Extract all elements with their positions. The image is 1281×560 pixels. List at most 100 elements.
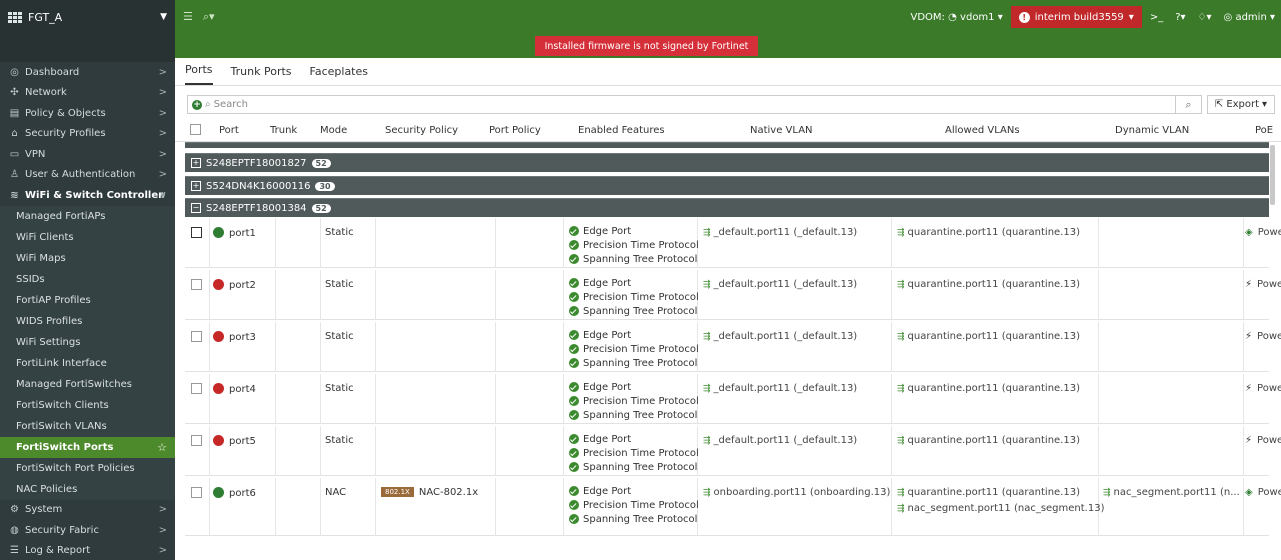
nav-item[interactable]: ⚙ System > bbox=[0, 500, 175, 521]
sidebar-subitem[interactable]: FortiSwitch VLANs bbox=[0, 415, 175, 437]
expand-icon[interactable]: + bbox=[191, 181, 201, 191]
nav-item[interactable]: ♙ User & Authentication > bbox=[0, 165, 175, 186]
nav-item[interactable]: ⌂ Security Profiles > bbox=[0, 124, 175, 145]
allowed-vlan[interactable]: ⇶ quarantine.port11 (quarantine.13) bbox=[897, 227, 1080, 238]
device-selector[interactable]: FGT_A ▼ bbox=[0, 0, 175, 34]
row-checkbox[interactable] bbox=[191, 331, 202, 342]
table-row[interactable]: port4 Static Edge Port Precision Time Proto… bbox=[185, 374, 1281, 424]
cell-divider bbox=[1243, 426, 1244, 476]
sidebar-subitem-label: FortiSwitch Clients bbox=[16, 399, 109, 411]
port-cell[interactable]: port5 bbox=[213, 435, 256, 447]
col-enabled-features[interactable]: Enabled Features bbox=[578, 125, 665, 136]
port-cell[interactable]: port4 bbox=[213, 383, 256, 395]
row-checkbox[interactable] bbox=[191, 487, 202, 498]
help-icon[interactable]: ?▾ bbox=[1175, 12, 1185, 23]
row-checkbox[interactable] bbox=[191, 279, 202, 290]
allowed-vlan[interactable]: ⇶ quarantine.port11 (quarantine.13) bbox=[897, 383, 1080, 394]
group-row[interactable]: + S524DN4K16000116 30 bbox=[185, 176, 1269, 195]
col-allowed-vlans[interactable]: Allowed VLANs bbox=[945, 125, 1020, 136]
sidebar-subitem[interactable]: Managed FortiAPs bbox=[0, 205, 175, 227]
table-row[interactable]: port3 Static Edge Port Precision Time Proto… bbox=[185, 322, 1281, 372]
dynamic-vlan-value: nac_segment.port11 (n... bbox=[1113, 487, 1240, 498]
tab-ports[interactable]: Ports bbox=[185, 63, 213, 85]
native-vlan[interactable]: ⇶ onboarding.port11 (onboarding.13) bbox=[703, 487, 890, 498]
tab-faceplates[interactable]: Faceplates bbox=[310, 65, 368, 85]
expand-icon[interactable]: + bbox=[191, 158, 201, 168]
native-vlan[interactable]: ⇶ _default.port11 (_default.13) bbox=[703, 435, 857, 446]
sidebar-subitem[interactable]: FortiSwitch Port Policies bbox=[0, 457, 175, 479]
sidebar-subitem[interactable]: FortiSwitch Ports ☆ bbox=[0, 436, 175, 458]
col-security-policy[interactable]: Security Policy bbox=[385, 125, 458, 136]
sidebar-subitem[interactable]: Managed FortiSwitches bbox=[0, 373, 175, 395]
col-port[interactable]: Port bbox=[219, 125, 239, 136]
allowed-vlan[interactable]: ⇶ quarantine.port11 (quarantine.13) bbox=[897, 435, 1080, 446]
vdom-selector[interactable]: VDOM: ◔ vdom1 ▾ bbox=[911, 12, 1003, 23]
nav-item[interactable]: ✣ Network > bbox=[0, 83, 175, 104]
sidebar-subitem[interactable]: WIDS Profiles bbox=[0, 310, 175, 332]
sidebar-subitem[interactable]: FortiLink Interface bbox=[0, 352, 175, 374]
port-cell[interactable]: port1 bbox=[213, 227, 256, 239]
search-icon[interactable]: ⌕▾ bbox=[203, 10, 215, 24]
dynamic-vlan[interactable]: ⇶ nac_segment.port11 (n... bbox=[1103, 487, 1240, 498]
table-row[interactable]: port2 Static Edge Port Precision Time Proto… bbox=[185, 270, 1281, 320]
add-filter-icon[interactable]: + bbox=[192, 99, 202, 110]
collapse-icon[interactable]: − bbox=[191, 203, 201, 213]
bell-icon[interactable]: ♢▾ bbox=[1198, 12, 1212, 23]
col-poe[interactable]: PoE bbox=[1255, 125, 1273, 136]
nav-item[interactable]: ▭ VPN > bbox=[0, 144, 175, 165]
port-cell[interactable]: port3 bbox=[213, 331, 256, 343]
col-trunk[interactable]: Trunk bbox=[270, 125, 297, 136]
cell-divider bbox=[1243, 374, 1244, 424]
row-checkbox[interactable] bbox=[191, 435, 202, 446]
nav-item[interactable]: ≋ WiFi & Switch Controller ∨ bbox=[0, 185, 175, 206]
table-row[interactable]: port1 Static Edge Port Precision Time Proto… bbox=[185, 218, 1281, 268]
user-menu[interactable]: ◎ admin ▾ bbox=[1224, 12, 1275, 23]
search-input[interactable]: + ⌕ Search bbox=[187, 95, 1187, 114]
row-checkbox[interactable] bbox=[191, 227, 202, 238]
hamburger-icon[interactable]: ☰ bbox=[183, 10, 193, 24]
nav-item[interactable]: ☰ Log & Report > bbox=[0, 541, 175, 560]
native-vlan[interactable]: ⇶ _default.port11 (_default.13) bbox=[703, 383, 857, 394]
scrollbar[interactable] bbox=[1270, 145, 1275, 205]
nav-item[interactable]: ◍ Security Fabric > bbox=[0, 520, 175, 541]
row-checkbox[interactable] bbox=[191, 383, 202, 394]
native-vlan[interactable]: ⇶ _default.port11 (_default.13) bbox=[703, 227, 857, 238]
search-button[interactable]: ⌕ bbox=[1175, 95, 1202, 114]
tab-trunk-ports[interactable]: Trunk Ports bbox=[231, 65, 292, 85]
col-native-vlan[interactable]: Native VLAN bbox=[750, 125, 813, 136]
sidebar-subitem[interactable]: WiFi Settings bbox=[0, 331, 175, 353]
group-row[interactable]: + S248EPTF18001827 52 bbox=[185, 153, 1269, 172]
native-vlan[interactable]: ⇶ _default.port11 (_default.13) bbox=[703, 331, 857, 342]
select-all-checkbox[interactable] bbox=[190, 124, 201, 135]
favorite-star-icon[interactable]: ☆ bbox=[157, 441, 167, 454]
cell-divider bbox=[375, 270, 376, 320]
sidebar-subitem[interactable]: WiFi Maps bbox=[0, 247, 175, 269]
sidebar-subitem[interactable]: WiFi Clients bbox=[0, 226, 175, 248]
feature-item: Spanning Tree Protocol bbox=[569, 304, 699, 318]
allowed-vlan[interactable]: ⇶ nac_segment.port11 (nac_segment.13) bbox=[897, 503, 1105, 514]
sidebar-subitem[interactable]: SSIDs bbox=[0, 268, 175, 290]
port-cell[interactable]: port6 bbox=[213, 487, 256, 499]
allowed-vlan[interactable]: ⇶ quarantine.port11 (quarantine.13) bbox=[897, 279, 1080, 290]
sidebar-subitem[interactable]: NAC Policies bbox=[0, 478, 175, 500]
sidebar-subitem[interactable]: FortiSwitch Clients bbox=[0, 394, 175, 416]
export-button[interactable]: ⇱ Export ▾ bbox=[1207, 95, 1275, 114]
build-badge[interactable]: ! interim build3559 ▾ bbox=[1010, 6, 1142, 28]
sidebar-subitem[interactable]: FortiAP Profiles bbox=[0, 289, 175, 311]
allowed-vlan[interactable]: ⇶ quarantine.port11 (quarantine.13) bbox=[897, 487, 1080, 498]
col-mode[interactable]: Mode bbox=[320, 125, 347, 136]
feature-item: Precision Time Protocol bbox=[569, 290, 699, 304]
col-dynamic-vlan[interactable]: Dynamic VLAN bbox=[1115, 125, 1189, 136]
terminal-icon[interactable]: >_ bbox=[1150, 12, 1163, 23]
nav-item[interactable]: ▤ Policy & Objects > bbox=[0, 103, 175, 124]
table-row[interactable]: port5 Static Edge Port Precision Time Proto… bbox=[185, 426, 1281, 476]
security-policy-cell[interactable]: 802.1X NAC-802.1x bbox=[381, 487, 478, 498]
table-row[interactable]: port6 NAC 802.1X NAC-802.1x Edge Port Precisi… bbox=[185, 478, 1281, 536]
group-row[interactable]: − S248EPTF18001384 52 bbox=[185, 198, 1269, 217]
allowed-vlan[interactable]: ⇶ quarantine.port11 (quarantine.13) bbox=[897, 331, 1080, 342]
cell-divider bbox=[495, 322, 496, 372]
nav-item[interactable]: ◎ Dashboard > bbox=[0, 62, 175, 83]
col-port-policy[interactable]: Port Policy bbox=[489, 125, 541, 136]
port-cell[interactable]: port2 bbox=[213, 279, 256, 291]
native-vlan[interactable]: ⇶ _default.port11 (_default.13) bbox=[703, 279, 857, 290]
